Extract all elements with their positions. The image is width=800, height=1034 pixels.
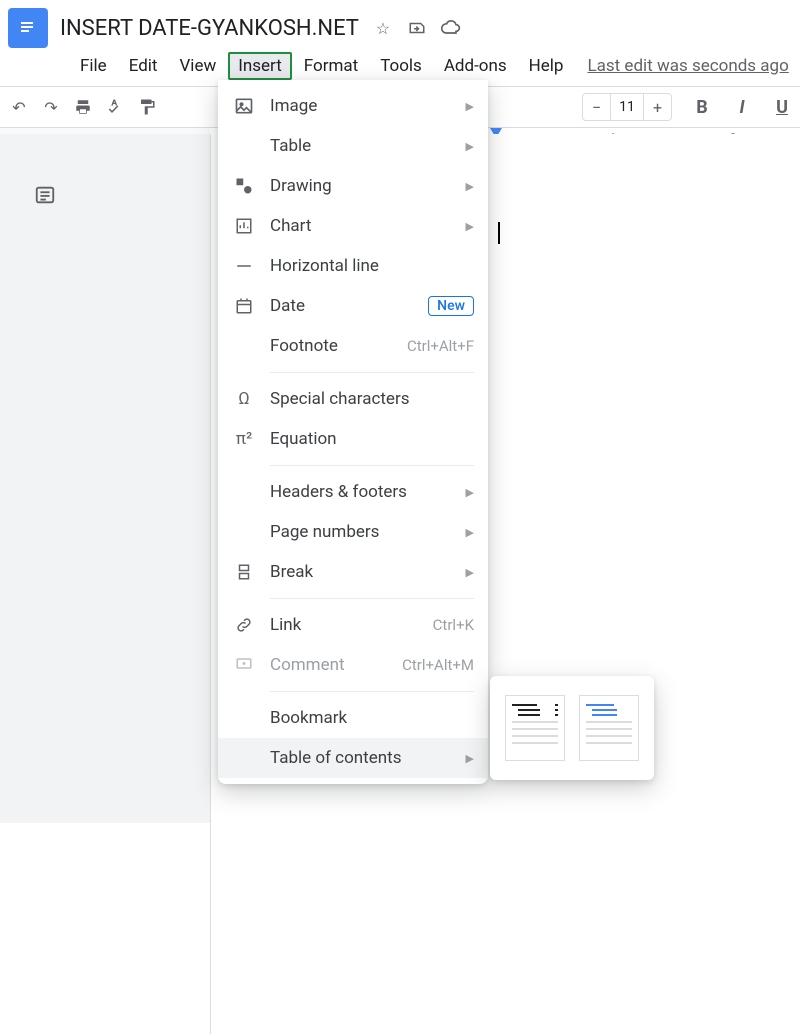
cloud-icon[interactable] [441,18,461,38]
italic-button[interactable]: I [732,97,752,118]
insert-drawing[interactable]: Drawing ▶ [218,166,488,206]
menu-addons[interactable]: Add-ons [434,52,517,80]
insert-break[interactable]: Break ▶ [218,552,488,592]
menu-file[interactable]: File [70,52,117,80]
image-icon [232,94,256,118]
insert-equation[interactable]: π² Equation [218,419,488,459]
omega-icon: Ω [232,387,256,411]
menu-help[interactable]: Help [519,52,574,80]
insert-date[interactable]: Date New [218,286,488,326]
last-edit-link[interactable]: Last edit was seconds ago [587,56,788,76]
insert-headers-footers[interactable]: Headers & footers ▶ [218,472,488,512]
menu-edit[interactable]: Edit [119,52,168,80]
doc-title[interactable]: INSERT DATE-GYANKOSH.NET [60,16,359,41]
toc-icon [232,746,256,770]
toc-option-links[interactable] [579,695,639,761]
new-badge: New [428,296,474,316]
paint-format-icon[interactable] [136,96,158,118]
outline-toggle-icon[interactable] [34,184,56,210]
toc-option-numbered[interactable] [505,695,565,761]
font-size-control: − 11 + [582,93,672,121]
redo-icon[interactable]: ↷ [40,96,62,118]
insert-bookmark[interactable]: Bookmark [218,698,488,738]
undo-icon[interactable]: ↶ [8,96,30,118]
insert-horizontal-line[interactable]: Horizontal line [218,246,488,286]
insert-chart[interactable]: Chart ▶ [218,206,488,246]
shortcut-text: Ctrl+Alt+M [402,656,474,674]
calendar-icon [232,294,256,318]
insert-page-numbers[interactable]: Page numbers ▶ [218,512,488,552]
break-icon [232,560,256,584]
chevron-right-icon: ▶ [466,526,474,539]
table-icon [232,134,256,158]
chevron-right-icon: ▶ [466,486,474,499]
menu-insert[interactable]: Insert [228,52,292,80]
menu-divider [270,598,474,599]
insert-image[interactable]: Image ▶ [218,86,488,126]
chevron-right-icon: ▶ [466,752,474,765]
toc-submenu [490,676,654,780]
font-size-decrease[interactable]: − [583,94,611,120]
comment-icon [232,653,256,677]
chevron-right-icon: ▶ [466,140,474,153]
insert-comment: Comment Ctrl+Alt+M [218,645,488,685]
shortcut-text: Ctrl+K [433,616,474,634]
chevron-right-icon: ▶ [466,180,474,193]
print-icon[interactable] [72,96,94,118]
font-size-increase[interactable]: + [643,94,671,120]
bookmark-icon [232,706,256,730]
menu-divider [270,372,474,373]
shortcut-text: Ctrl+Alt+F [407,337,474,355]
spellcheck-icon[interactable] [104,96,126,118]
insert-footnote[interactable]: Footnote Ctrl+Alt+F [218,326,488,366]
headers-icon [232,480,256,504]
menu-divider [270,465,474,466]
text-cursor [498,222,500,244]
equation-icon: π² [232,427,256,451]
insert-dropdown: Image ▶ Table ▶ Drawing ▶ Chart ▶ Horizo… [218,80,488,784]
move-icon[interactable] [407,18,427,38]
insert-link[interactable]: Link Ctrl+K [218,605,488,645]
menu-format[interactable]: Format [294,52,368,80]
insert-table[interactable]: Table ▶ [218,126,488,166]
font-size-value[interactable]: 11 [611,99,643,115]
chart-icon [232,214,256,238]
link-icon [232,613,256,637]
drawing-icon [232,174,256,198]
menu-tools[interactable]: Tools [370,52,432,80]
bold-button[interactable]: B [692,97,712,118]
star-icon[interactable]: ☆ [373,18,393,38]
footnote-icon [232,334,256,358]
menu-divider [270,691,474,692]
insert-special-characters[interactable]: Ω Special characters [218,379,488,419]
docs-logo[interactable] [8,8,48,48]
chevron-right-icon: ▶ [466,566,474,579]
chevron-right-icon: ▶ [466,100,474,113]
page-numbers-icon [232,520,256,544]
chevron-right-icon: ▶ [466,220,474,233]
underline-button[interactable]: U [772,97,792,118]
menu-view[interactable]: View [169,52,226,80]
app-header: INSERT DATE-GYANKOSH.NET ☆ [0,0,800,48]
insert-table-of-contents[interactable]: Table of contents ▶ [218,738,488,778]
horizontal-line-icon [232,254,256,278]
